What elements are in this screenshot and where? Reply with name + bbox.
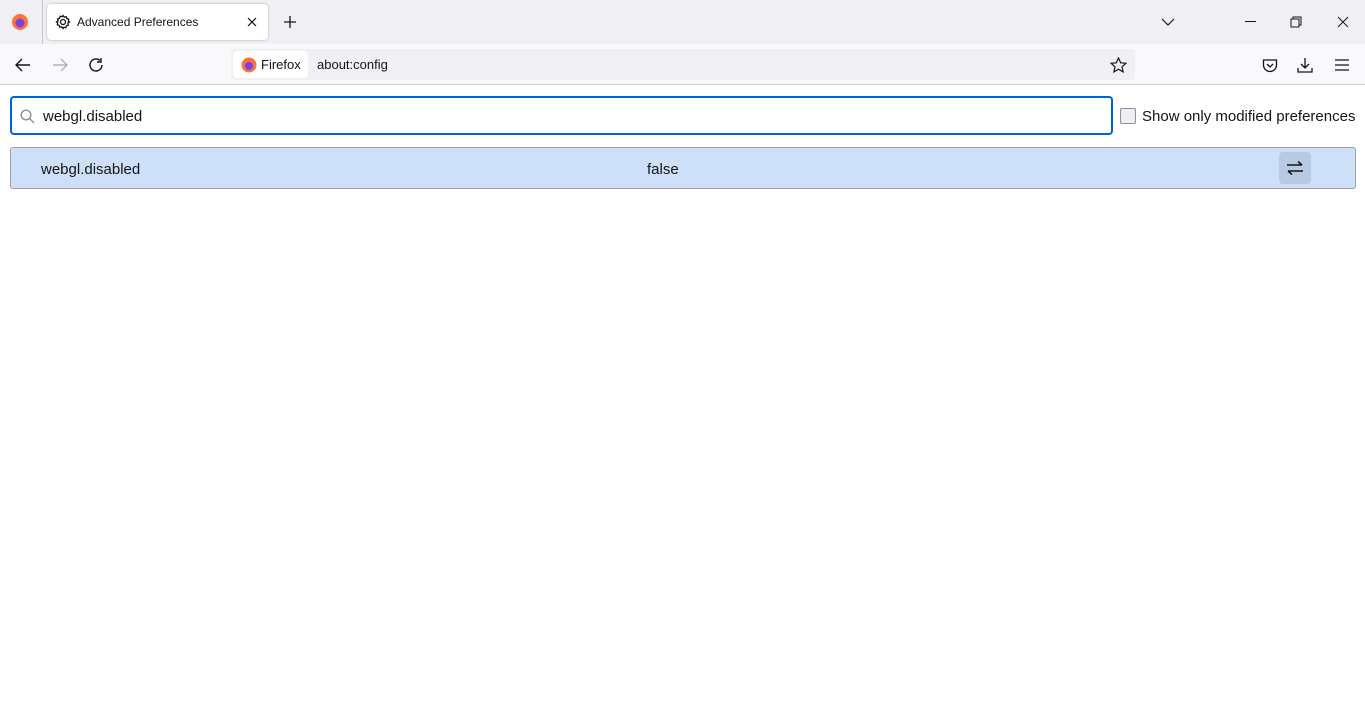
- toggle-arrows-icon: [1287, 161, 1303, 175]
- show-modified-label[interactable]: Show only modified preferences: [1142, 108, 1355, 125]
- list-tabs-chevron-down-icon[interactable]: [1158, 12, 1178, 32]
- pocket-icon[interactable]: [1259, 54, 1281, 76]
- preference-row[interactable]: webgl.disabled false: [10, 147, 1356, 189]
- new-tab-icon[interactable]: [280, 12, 300, 32]
- minimize-icon[interactable]: [1240, 12, 1260, 32]
- reload-icon[interactable]: [85, 54, 107, 76]
- restore-icon[interactable]: [1286, 12, 1306, 32]
- forward-icon[interactable]: [49, 54, 71, 76]
- back-icon[interactable]: [12, 54, 34, 76]
- gear-icon: [54, 13, 72, 31]
- preference-name: webgl.disabled: [41, 161, 141, 178]
- url-text[interactable]: about:config: [317, 57, 388, 72]
- identity-label: Firefox: [261, 57, 301, 72]
- tab-advanced-preferences[interactable]: Advanced Preferences: [47, 4, 268, 40]
- search-value: webgl.disabled: [43, 108, 143, 125]
- close-tab-icon[interactable]: [243, 13, 261, 31]
- tab-title: Advanced Preferences: [77, 15, 199, 29]
- close-window-icon[interactable]: [1333, 12, 1353, 32]
- toggle-button[interactable]: [1279, 152, 1311, 184]
- search-icon: [19, 108, 35, 124]
- preference-search-input[interactable]: webgl.disabled: [10, 96, 1113, 135]
- firefox-logo-icon: [240, 56, 257, 73]
- show-modified-checkbox[interactable]: [1120, 108, 1136, 124]
- menu-hamburger-icon[interactable]: [1331, 54, 1353, 76]
- address-bar[interactable]: Firefox about:config: [231, 49, 1135, 80]
- preference-value[interactable]: false: [647, 161, 679, 178]
- divider: [42, 0, 43, 44]
- downloads-icon[interactable]: [1294, 54, 1316, 76]
- navigation-toolbar: Firefox about:config: [0, 44, 1365, 85]
- firefox-view-icon[interactable]: [10, 12, 30, 32]
- tab-bar: Advanced Preferences: [0, 0, 1365, 44]
- bookmark-star-icon[interactable]: [1108, 55, 1128, 75]
- identity-box[interactable]: Firefox: [233, 51, 308, 78]
